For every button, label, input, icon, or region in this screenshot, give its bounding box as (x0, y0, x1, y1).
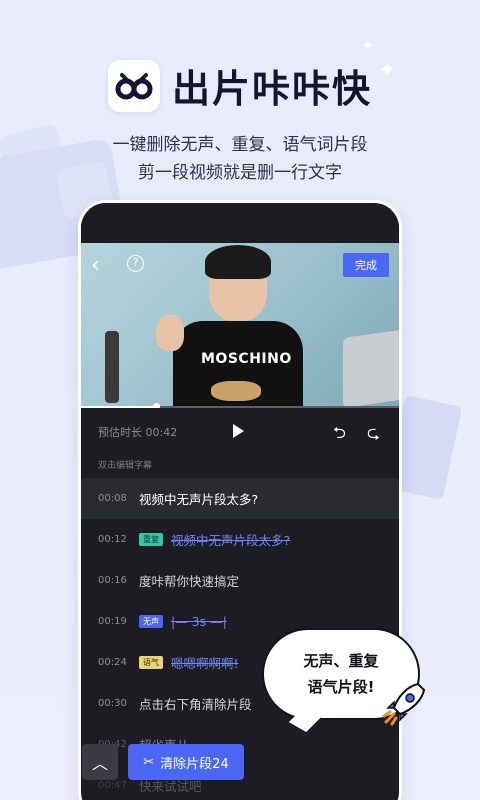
chevron-up-icon[interactable]: ︿ (82, 744, 118, 780)
estimated-duration: 预估时长 00:42 (98, 426, 178, 439)
help-icon[interactable]: ? (127, 255, 144, 272)
subtitle-row[interactable]: 00:12 重复 视频中无声片段太多? (81, 519, 399, 560)
video-preview[interactable]: MOSCHINO ‹ ? 完成 (81, 243, 399, 408)
subtitle-time: 00:12 (98, 534, 127, 545)
subtitle-text: 度咔帮你快速搞定 (139, 574, 240, 589)
filler-tag: 语气 (139, 656, 163, 669)
video-food (211, 381, 261, 401)
silence-tag: 无声 (139, 615, 163, 628)
sparkle-icon: ✦ (362, 38, 374, 54)
subtitle-line: 剪一段视频就是删一行文字 (138, 163, 342, 183)
subtitle-text-struck: 视频中无声片段太多? (171, 533, 291, 548)
redo-icon[interactable]: ⮎ (367, 422, 380, 449)
back-icon[interactable]: ‹ (91, 253, 100, 278)
playback-controls: 预估时长 00:42 ⮌ ⮎ (81, 408, 399, 456)
app-logo (107, 59, 160, 112)
subtitle-time: 00:30 (98, 698, 127, 709)
bubble-text: 无声、重复 (303, 652, 379, 670)
subtitle-time: 00:24 (98, 657, 127, 668)
undo-icon[interactable]: ⮌ (333, 422, 346, 449)
video-laptop (343, 328, 399, 408)
subtitle-row[interactable]: 00:16 度咔帮你快速搞定 (81, 560, 399, 601)
promo-header: 出片咔咔快 一键删除无声、重复、语气词片段 剪一段视频就是删一行文字 (0, 58, 480, 187)
clear-segments-label: 清除片段24 (160, 756, 229, 772)
done-button[interactable]: 完成 (343, 253, 389, 277)
scissors-icon: ✂ (143, 754, 155, 770)
video-person-hair (205, 245, 271, 279)
video-gimbal (105, 331, 119, 403)
bottom-action-bar: ︿ ✂ 清除片段24 (82, 744, 244, 780)
subtitle-time: 00:19 (98, 616, 127, 627)
app-title: 出片咔咔快 (171, 67, 372, 111)
subtitle-text: 视频中无声片段太多? (139, 492, 259, 507)
rocket-icon (382, 682, 426, 726)
subtitle-time: 00:47 (98, 780, 127, 791)
promo-subtitle: 一键删除无声、重复、语气词片段 剪一段视频就是删一行文字 (0, 131, 480, 187)
subtitle-text: 点击右下角清除片段 (139, 697, 252, 712)
silence-duration: |— 3s —| (171, 614, 227, 629)
clear-segments-button[interactable]: ✂ 清除片段24 (128, 744, 244, 780)
status-bar (81, 203, 399, 243)
shirt-logo: MOSCHINO (201, 351, 292, 367)
bubble-text: 语气片段! (307, 678, 375, 696)
subtitle-time: 00:16 (98, 575, 127, 586)
play-icon[interactable] (233, 424, 244, 438)
subtitle-time: 00:08 (98, 493, 127, 504)
subtitle-row[interactable]: 00:08 视频中无声片段太多? (81, 478, 399, 519)
video-person-hand (156, 315, 184, 351)
repeat-tag: 重复 (139, 533, 163, 546)
subtitle-line: 一键删除无声、重复、语气词片段 (112, 135, 368, 155)
subtitle-text-struck: 嗯嗯啊啊啊! (171, 656, 239, 671)
edit-hint: 双击编辑字幕 (98, 461, 153, 471)
